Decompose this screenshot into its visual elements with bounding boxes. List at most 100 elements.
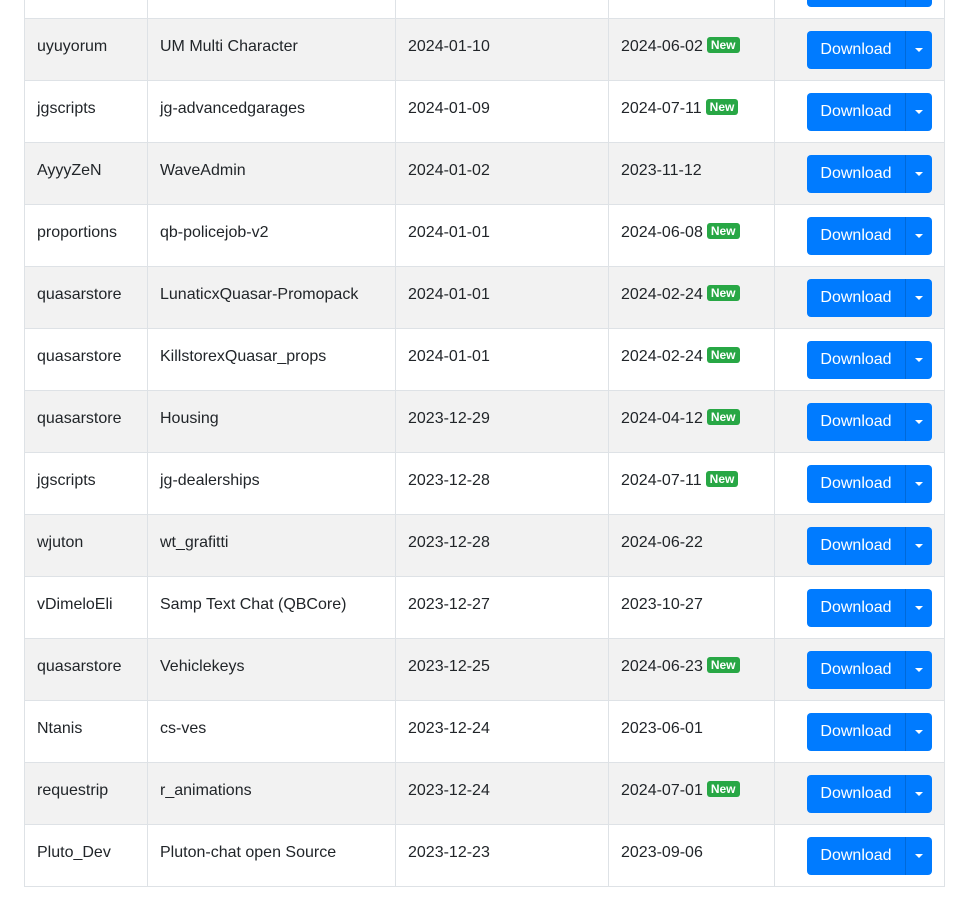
download-button-group: Download [807,279,932,317]
resource-name-cell: jg-advancedgarages [147,80,396,143]
updated-date-cell: 2023-10-27 [608,576,775,639]
table-row: vDimeloEli Samp Text Chat (QBCore) 2023-12… [24,576,945,639]
created-date-cell-text: 2024-01-01 [408,224,490,241]
table-row: jgscripts jg-advancedgarages 2024-01-09 202… [24,80,945,143]
author-cell: Pluto_Dev [24,824,148,887]
created-date-cell-text: 2024-01-02 [408,162,490,179]
created-date-cell-text: 2024-01-09 [408,100,490,117]
download-button[interactable]: Download [807,527,905,565]
resource-name-cell-text: WaveAdmin [160,162,246,179]
updated-date-cell [608,0,775,19]
updated-date-cell: 2023-11-12 [608,142,775,205]
updated-date-cell: 2024-06-02 New [608,18,775,81]
table-row: proportions qb-policejob-v2 2024-01-01 2024… [24,204,945,267]
resource-name-cell: UM Multi Character [147,18,396,81]
updated-date-cell-text: 2023-10-27 [621,596,703,613]
download-button[interactable]: Download [807,713,905,751]
download-dropdown-toggle[interactable] [905,0,932,7]
table-row: quasarstore Vehiclekeys 2023-12-25 2024-06-… [24,638,945,701]
actions-cell: Download [774,762,945,825]
author-cell: quasarstore [24,266,148,329]
created-date-cell-text: 2023-12-28 [408,534,490,551]
download-button[interactable]: Download [807,465,905,503]
resources-table: Download uyuyorum UM Multi Character 2024-0… [24,0,945,887]
table-row: quasarstore Housing 2023-12-29 2024-04-12 Ne… [24,390,945,453]
new-badge: New [706,409,740,425]
resource-name-cell: WaveAdmin [147,142,396,205]
download-dropdown-toggle[interactable] [905,713,932,751]
download-dropdown-toggle[interactable] [905,279,932,317]
table-row: quasarstore LunaticxQuasar-Promopack 2024-… [24,266,945,329]
table-row: Ntanis cs-ves 2023-12-24 2023-06-01 Download [24,700,945,763]
author-cell-text: quasarstore [37,410,122,427]
download-dropdown-toggle[interactable] [905,465,932,503]
actions-cell: Download [774,452,945,515]
resource-name-cell: LunaticxQuasar-Promopack [147,266,396,329]
updated-date-cell: 2024-06-22 [608,514,775,577]
updated-date-cell-text: 2024-06-22 [621,534,703,551]
download-button[interactable]: Download [807,775,905,813]
new-badge: New [706,37,740,53]
download-dropdown-toggle[interactable] [905,155,932,193]
download-dropdown-toggle[interactable] [905,837,932,875]
download-button[interactable]: Download [807,403,905,441]
created-date-cell-text: 2023-12-25 [408,658,490,675]
download-button[interactable]: Download [807,651,905,689]
resource-name-cell-text: jg-dealerships [160,472,260,489]
created-date-cell: 2023-12-23 [395,824,609,887]
new-badge: New [705,471,739,487]
author-cell-text: jgscripts [37,100,96,117]
download-button-group: Download [807,713,932,751]
table-row: quasarstore KillstorexQuasar_props 2024-01… [24,328,945,391]
download-dropdown-toggle[interactable] [905,217,932,255]
download-button[interactable]: Download [807,589,905,627]
created-date-cell-text: 2023-12-24 [408,782,490,799]
updated-date-cell-text: 2023-06-01 [621,720,703,737]
caret-down-icon [915,48,923,52]
updated-date-cell-text: 2024-06-23 [621,658,703,675]
updated-date-cell: 2024-02-24 New [608,266,775,329]
download-dropdown-toggle[interactable] [905,31,932,69]
updated-date-cell-text: 2024-07-01 [621,782,703,799]
table-row: Pluto_Dev Pluton-chat open Source 2023-12-… [24,824,945,887]
download-button[interactable]: Download [807,93,905,131]
caret-down-icon [915,854,923,858]
download-button-group: Download [807,837,932,875]
actions-cell: Download [774,390,945,453]
resource-name-cell: r_animations [147,762,396,825]
download-dropdown-toggle[interactable] [905,93,932,131]
updated-date-cell: 2024-06-08 New [608,204,775,267]
updated-date-cell: 2024-04-12 New [608,390,775,453]
download-button-group: Download [807,155,932,193]
download-button[interactable]: Download [807,217,905,255]
download-dropdown-toggle[interactable] [905,651,932,689]
resource-name-cell-text: wt_grafitti [160,534,229,551]
updated-date-cell-text: 2024-06-02 [621,38,703,55]
download-button[interactable]: Download [807,31,905,69]
download-dropdown-toggle[interactable] [905,403,932,441]
download-dropdown-toggle[interactable] [905,589,932,627]
actions-cell: Download [774,80,945,143]
download-button[interactable]: Download [807,341,905,379]
download-button-group: Download [807,403,932,441]
table-row: uyuyorum UM Multi Character 2024-01-10 2024… [24,18,945,81]
download-button[interactable]: Download [807,837,905,875]
download-dropdown-toggle[interactable] [905,527,932,565]
new-badge: New [706,781,740,797]
created-date-cell: 2023-12-24 [395,700,609,763]
updated-date-cell-text: 2024-02-24 [621,286,703,303]
download-button[interactable]: Download [807,155,905,193]
updated-date-cell: 2024-07-11 New [608,452,775,515]
download-button-group: Download [807,0,932,7]
actions-cell: Download [774,266,945,329]
created-date-cell-text: 2024-01-01 [408,348,490,365]
download-dropdown-toggle[interactable] [905,341,932,379]
author-cell-text: wjuton [37,534,84,551]
author-cell [24,0,148,19]
created-date-cell [395,0,609,19]
download-dropdown-toggle[interactable] [905,775,932,813]
download-button[interactable]: Download [807,0,905,7]
resource-name-cell-text: KillstorexQuasar_props [160,348,327,365]
download-button[interactable]: Download [807,279,905,317]
actions-cell: Download [774,824,945,887]
